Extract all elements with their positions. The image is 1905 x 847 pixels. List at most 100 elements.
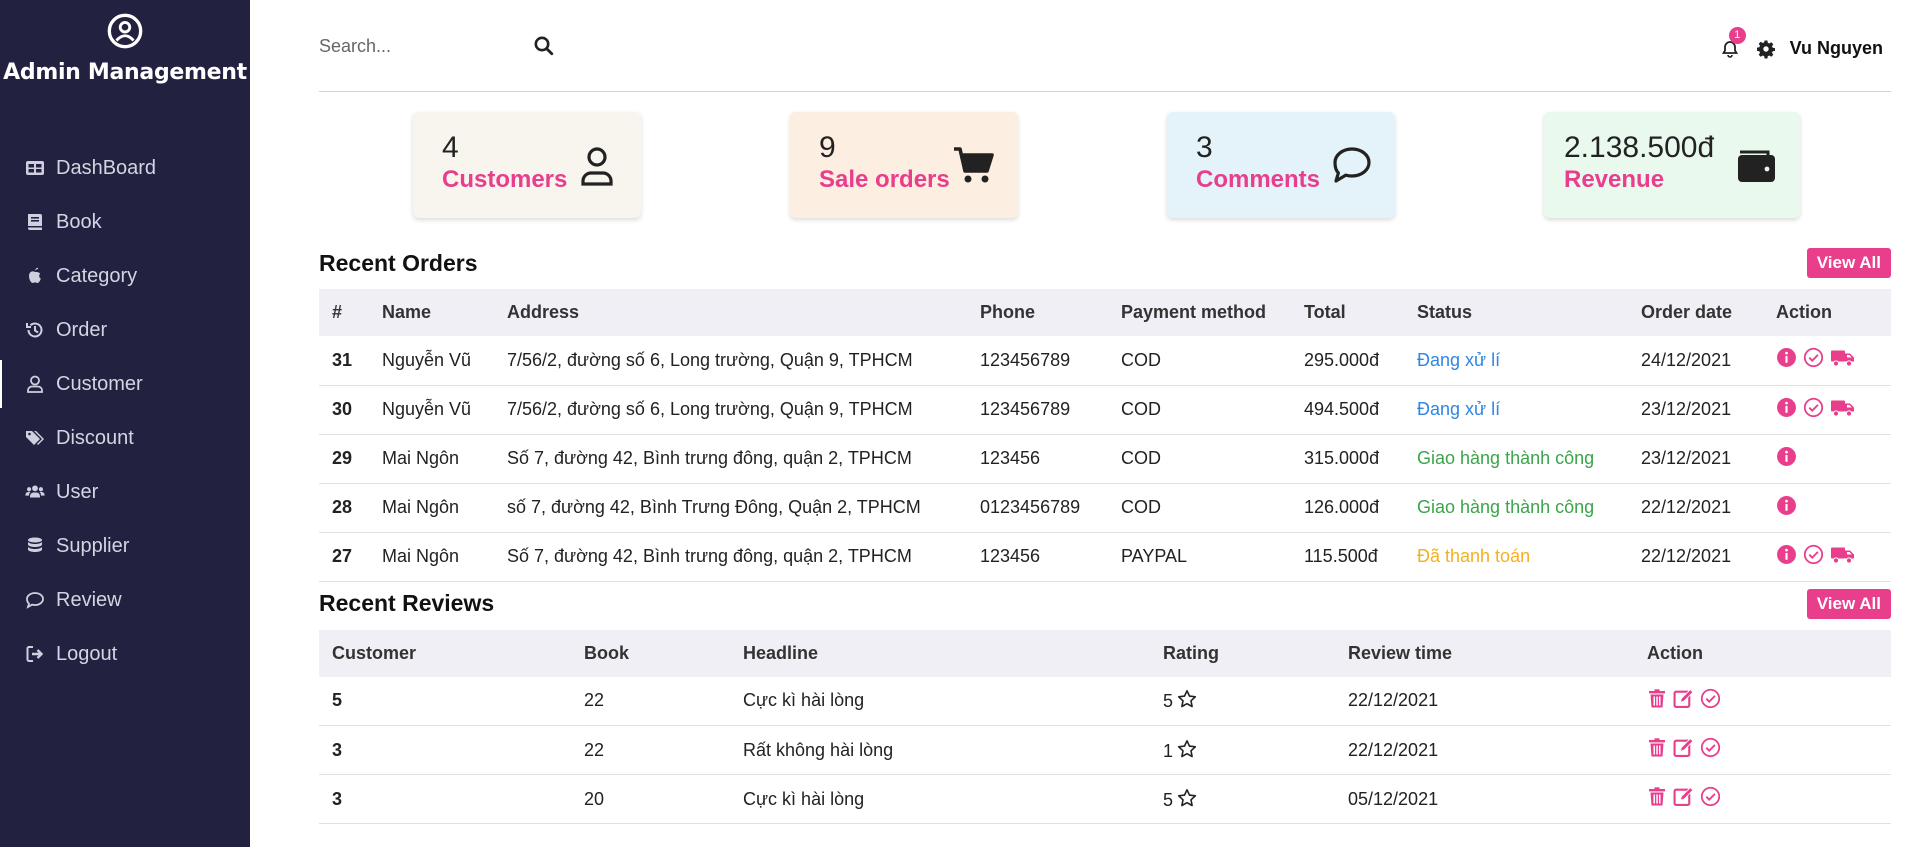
truck-icon[interactable] — [1830, 347, 1856, 368]
edit-icon[interactable] — [1673, 737, 1694, 758]
table-row: 5 22 Cực kì hài lòng 5 22/12/2021 — [319, 676, 1891, 726]
review-actions — [1634, 676, 1891, 726]
column-header: Order date — [1641, 302, 1733, 322]
info-icon[interactable] — [1776, 495, 1797, 516]
users-icon — [24, 481, 46, 503]
trash-icon[interactable] — [1647, 786, 1667, 807]
trash-icon[interactable] — [1647, 737, 1667, 758]
notification-bell[interactable]: 1 — [1720, 26, 1746, 59]
review-rating: 1 — [1150, 725, 1335, 775]
info-icon[interactable] — [1776, 446, 1797, 467]
star-icon — [1177, 739, 1197, 759]
order-name: Nguyễn Vũ — [369, 385, 494, 435]
order-id: 31 — [319, 336, 369, 386]
sidebar-item-review[interactable]: Review — [0, 573, 250, 627]
orders-title: Recent Orders — [319, 249, 478, 276]
column-header: Headline — [743, 642, 819, 663]
orders-view-all-button[interactable]: View All — [1806, 248, 1891, 278]
sidebar: Admin Management DashBoard Book Category… — [0, 0, 250, 847]
search-input[interactable] — [319, 36, 529, 57]
column-header: Phone — [980, 302, 1036, 322]
user-name[interactable]: Vu Nguyen — [1790, 38, 1883, 59]
order-name: Nguyễn Vũ — [369, 336, 494, 386]
search-icon[interactable] — [533, 35, 555, 57]
table-row: 27 Mai Ngôn Số 7, đường 42, Bình trưng đ… — [319, 532, 1891, 582]
order-phone: 123456789 — [967, 336, 1108, 386]
order-date: 22/12/2021 — [1628, 532, 1763, 582]
order-status: Đã thanh toán — [1404, 532, 1628, 582]
header-actions: 1 Vu Nguyen — [1720, 26, 1883, 59]
order-payment: PAYPAL — [1108, 532, 1291, 582]
order-payment: COD — [1108, 483, 1291, 533]
column-header: Payment method — [1121, 302, 1267, 322]
check-circle-icon[interactable] — [1700, 786, 1721, 807]
order-status: Giao hàng thành công — [1404, 483, 1628, 533]
info-icon[interactable] — [1776, 347, 1797, 368]
sidebar-item-category[interactable]: Category — [0, 249, 250, 303]
order-actions — [1763, 336, 1891, 386]
review-actions — [1634, 774, 1891, 824]
star-icon — [1177, 788, 1197, 808]
order-actions — [1763, 434, 1891, 484]
edit-icon[interactable] — [1673, 786, 1694, 807]
gear-icon[interactable] — [1756, 39, 1776, 59]
table-row: 29 Mai Ngôn Số 7, đường 42, Bình trưng đ… — [319, 434, 1891, 484]
check-circle-icon[interactable] — [1700, 688, 1721, 709]
sidebar-item-label: Discount — [56, 426, 134, 449]
info-icon[interactable] — [1776, 544, 1797, 565]
sidebar-item-logout[interactable]: Logout — [0, 627, 250, 681]
order-date: 23/12/2021 — [1628, 434, 1763, 484]
column-header: Name — [382, 302, 432, 322]
app-title: Admin Management — [3, 60, 247, 85]
order-address: 7/56/2, đường số 6, Long trường, Quận 9,… — [494, 385, 967, 435]
rating-value: 5 — [1163, 691, 1174, 712]
order-total: 494.500đ — [1291, 385, 1404, 435]
star-icon — [1177, 689, 1197, 709]
order-address: Số 7, đường 42, Bình trưng đông, quận 2,… — [494, 434, 967, 484]
order-address: 7/56/2, đường số 6, Long trường, Quận 9,… — [494, 336, 967, 386]
sidebar-item-user[interactable]: User — [0, 465, 250, 519]
book-icon — [24, 211, 46, 233]
order-id: 29 — [319, 434, 369, 484]
order-actions — [1763, 532, 1891, 582]
truck-icon[interactable] — [1830, 544, 1856, 565]
table-icon — [24, 157, 46, 179]
order-payment: COD — [1108, 434, 1291, 484]
sidebar-item-label: Logout — [56, 642, 118, 665]
order-id: 27 — [319, 532, 369, 582]
sidebar-item-discount[interactable]: Discount — [0, 411, 250, 465]
edit-icon[interactable] — [1673, 688, 1694, 709]
review-book: 22 — [571, 676, 730, 726]
truck-icon[interactable] — [1830, 397, 1856, 418]
order-total: 115.500đ — [1291, 532, 1404, 582]
order-phone: 123456 — [967, 532, 1108, 582]
wallet-icon — [1738, 150, 1775, 182]
sidebar-item-supplier[interactable]: Supplier — [0, 519, 250, 573]
check-circle-icon[interactable] — [1700, 737, 1721, 758]
check-circle-icon[interactable] — [1803, 544, 1824, 565]
reviews-view-all-button[interactable]: View All — [1806, 588, 1891, 619]
sidebar-item-book[interactable]: Book — [0, 195, 250, 249]
info-icon[interactable] — [1776, 397, 1797, 418]
trash-icon[interactable] — [1647, 688, 1667, 709]
order-status: Đang xử lí — [1404, 336, 1628, 386]
sidebar-item-dashboard[interactable]: DashBoard — [0, 141, 250, 195]
table-header-row: # Name Address Phone Payment method Tota… — [319, 289, 1891, 336]
column-header: Total — [1304, 302, 1346, 322]
order-date: 22/12/2021 — [1628, 483, 1763, 533]
order-total: 295.000đ — [1291, 336, 1404, 386]
review-book: 22 — [571, 725, 730, 775]
cart-icon — [954, 147, 994, 183]
review-time: 22/12/2021 — [1335, 725, 1634, 775]
check-circle-icon[interactable] — [1803, 397, 1824, 418]
tags-icon — [24, 427, 46, 449]
main-content: 1 Vu Nguyen 4 Customers 9 Sale orders 3 … — [319, 0, 1891, 824]
table-row: 31 Nguyễn Vũ 7/56/2, đường số 6, Long tr… — [319, 336, 1891, 386]
stat-cards: 4 Customers 9 Sale orders 3 Comments 2.1… — [319, 112, 1891, 218]
database-icon — [24, 535, 46, 557]
sidebar-item-order[interactable]: Order — [0, 303, 250, 357]
sidebar-item-customer[interactable]: Customer — [0, 357, 250, 411]
check-circle-icon[interactable] — [1803, 347, 1824, 368]
order-date: 24/12/2021 — [1628, 336, 1763, 386]
review-actions — [1634, 725, 1891, 775]
